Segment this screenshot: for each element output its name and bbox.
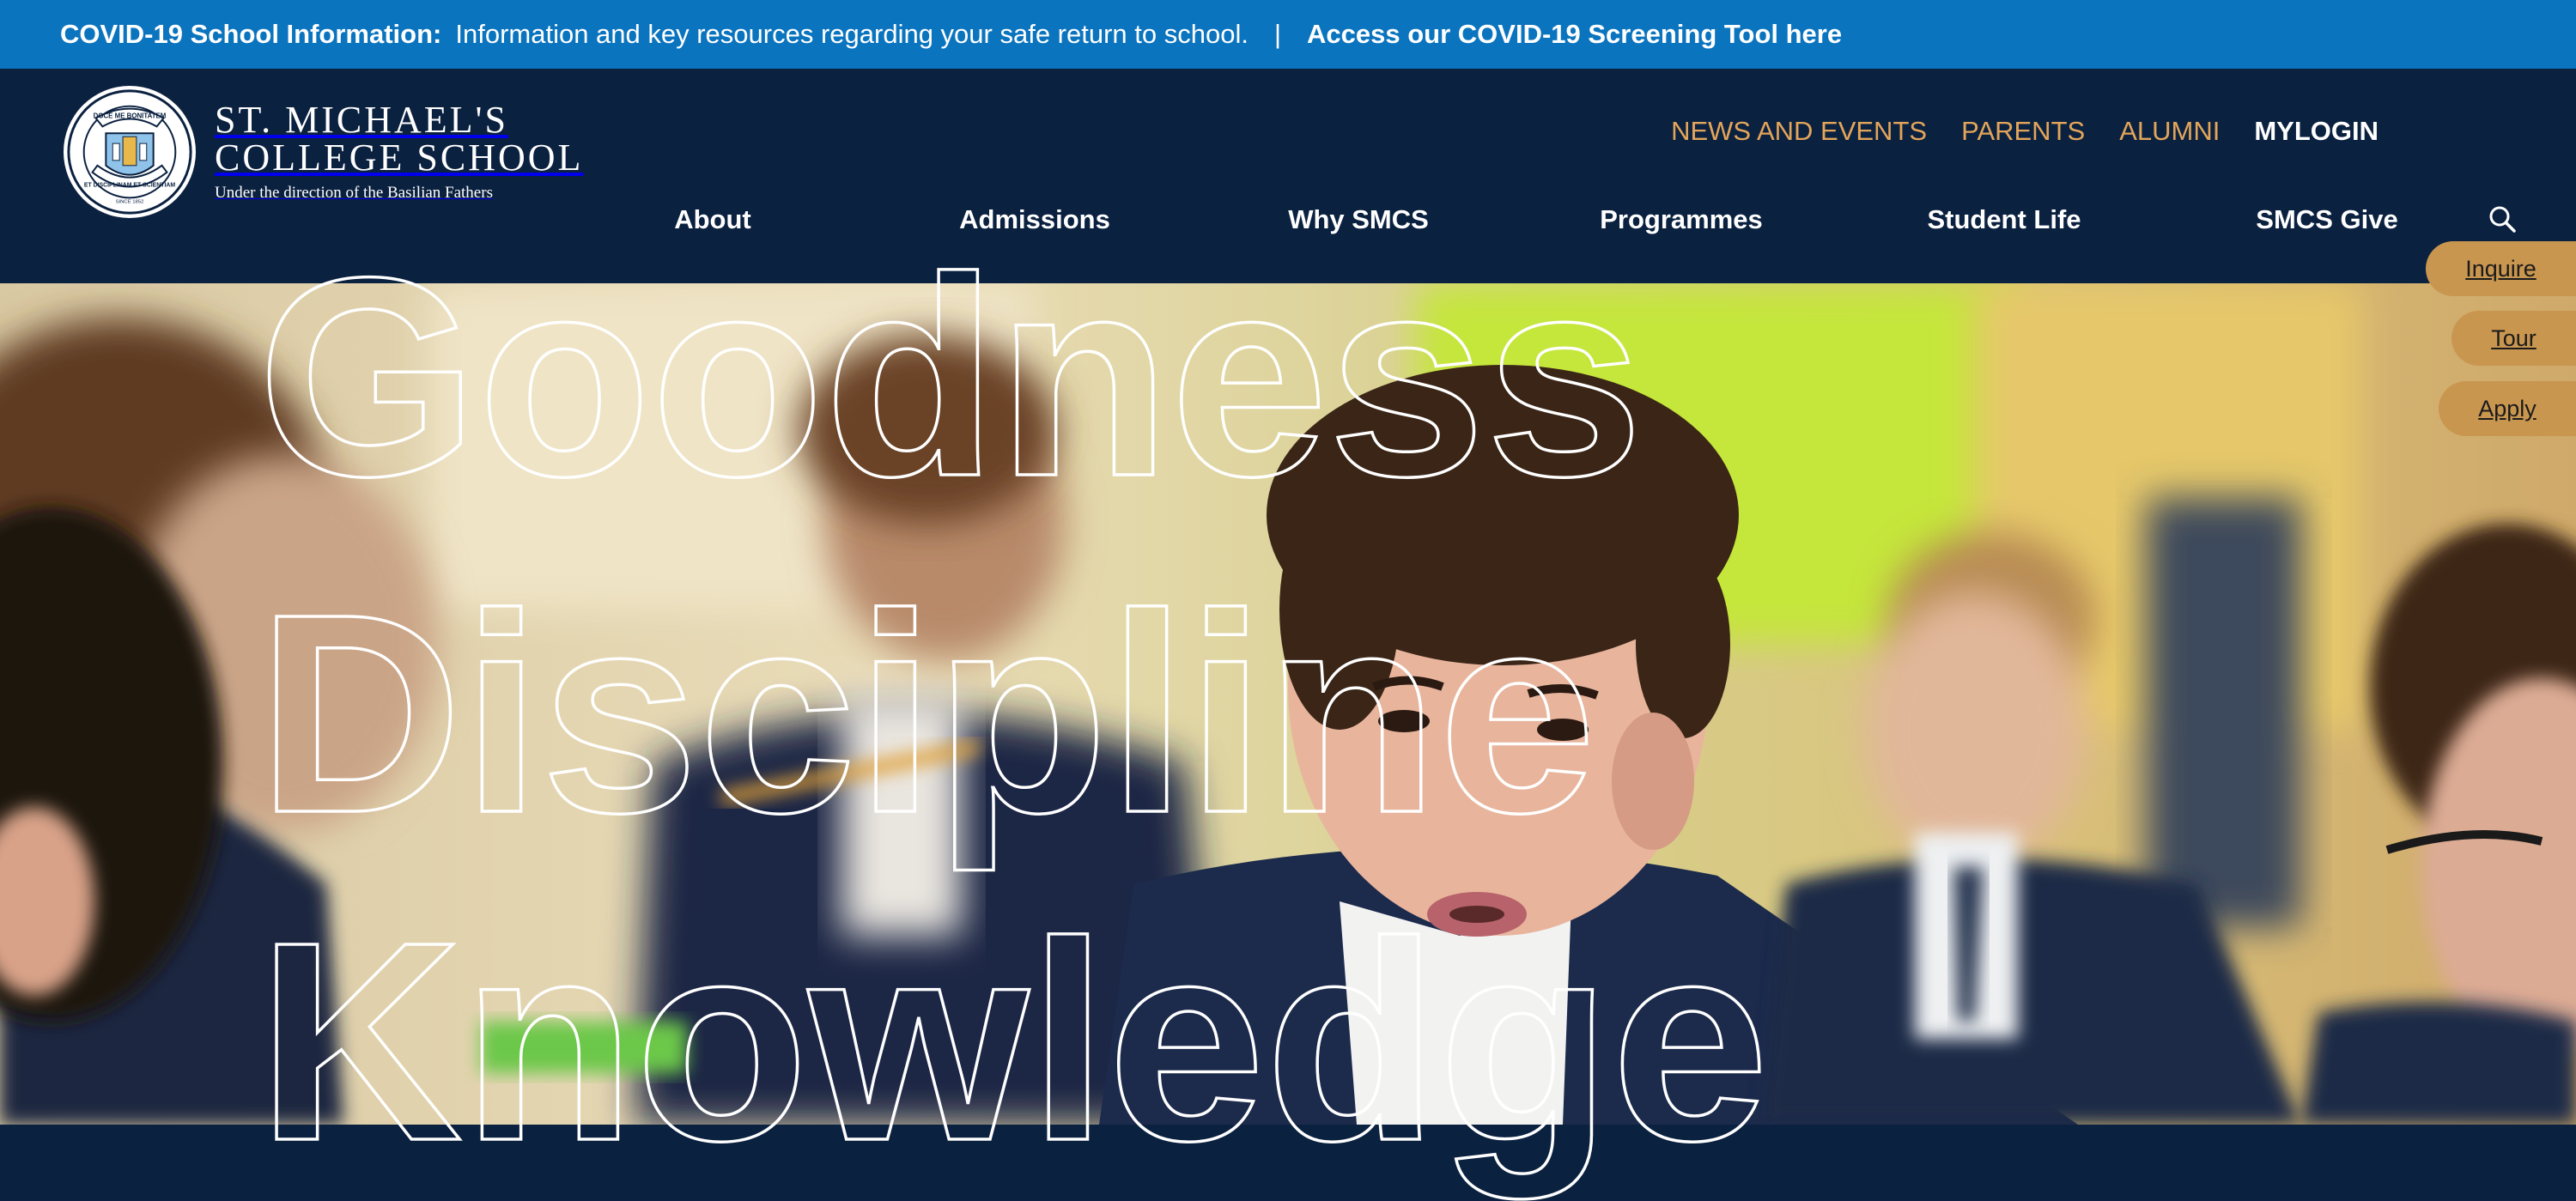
util-mylogin-link[interactable]: MYLOGIN <box>2254 116 2379 147</box>
crest-motto-bottom: ET DISCIPLINAM ET SCIENTIAM <box>84 182 176 188</box>
school-crest-icon: DOCE ME BONITATEM ET DISCIPLINAM ET SCIE… <box>63 85 197 219</box>
util-alumni-link[interactable]: ALUMNI <box>2119 116 2220 147</box>
site-header: DOCE ME BONITATEM ET DISCIPLINAM ET SCIE… <box>0 69 2576 283</box>
nav-programmes[interactable]: Programmes <box>1600 204 1763 235</box>
utility-nav: NEWS AND EVENTS PARENTS ALUMNI MYLOGIN <box>1671 116 2379 147</box>
alert-separator: | <box>1273 19 1282 49</box>
alert-message: Information and key resources regarding … <box>455 19 1249 49</box>
nav-smcs-give[interactable]: SMCS Give <box>2256 204 2397 235</box>
util-parents-link[interactable]: PARENTS <box>1961 116 2085 147</box>
hero-photo <box>0 283 2576 1125</box>
nav-why-smcs[interactable]: Why SMCS <box>1288 204 1429 235</box>
logo-tagline: Under the direction of the Basilian Fath… <box>215 184 493 202</box>
screening-tool-link[interactable]: Access our COVID-19 Screening Tool here <box>1307 19 1842 50</box>
crest-motto-top: DOCE ME BONITATEM <box>94 112 167 120</box>
hero-bottom-band <box>0 1125 2576 1201</box>
search-icon[interactable] <box>2487 203 2518 234</box>
school-logo-link[interactable]: DOCE ME BONITATEM ET DISCIPLINAM ET SCIE… <box>62 84 583 220</box>
tour-tab[interactable]: Tour <box>2451 311 2576 366</box>
hero-banner <box>0 283 2576 1125</box>
main-nav: About Admissions Why SMCS Programmes Stu… <box>0 204 2576 239</box>
nav-admissions[interactable]: Admissions <box>959 204 1110 235</box>
logo-name-line1: ST. MICHAEL'S <box>215 99 508 141</box>
util-news-events-link[interactable]: NEWS AND EVENTS <box>1671 116 1927 147</box>
logo-text: ST. MICHAEL'S COLLEGE SCHOOL Under the d… <box>215 101 583 203</box>
covid-alert-bar: COVID-19 School Information: Information… <box>0 0 2576 69</box>
apply-tab[interactable]: Apply <box>2439 381 2576 436</box>
logo-name-line2: COLLEGE SCHOOL <box>215 136 584 179</box>
nav-student-life[interactable]: Student Life <box>1927 204 2081 235</box>
nav-about[interactable]: About <box>674 204 751 235</box>
alert-title: COVID-19 School Information: <box>60 19 442 49</box>
inquire-tab[interactable]: Inquire <box>2426 241 2576 296</box>
